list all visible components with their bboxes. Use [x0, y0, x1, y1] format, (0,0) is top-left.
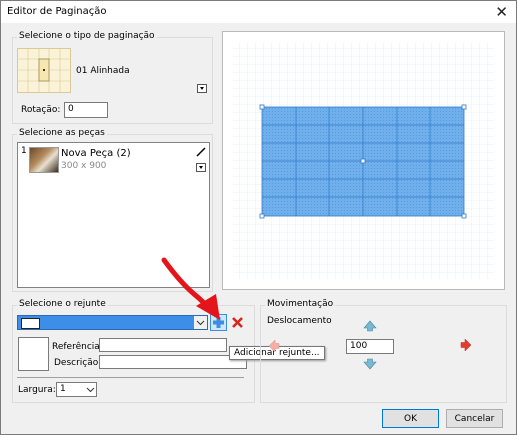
pencil-icon[interactable] — [195, 146, 207, 158]
pieces-group-label: Selecione as peças — [17, 128, 107, 138]
title-bar: Editor de Paginação ✕ — [1, 1, 516, 23]
list-item[interactable]: 1 Nova Peça (2) 300 x 900 — [18, 143, 209, 175]
preview-drawing — [233, 42, 494, 279]
delete-grout-x-icon[interactable] — [231, 316, 244, 329]
grout-group-label: Selecione o rejunte — [17, 299, 108, 309]
description-label: Descrição — [54, 358, 99, 368]
grout-preview-box — [18, 337, 49, 371]
pagination-preview-canvas[interactable] — [222, 31, 505, 290]
reference-input[interactable] — [99, 338, 227, 352]
pagination-type-group-label: Selecione o tipo de paginação — [17, 31, 157, 41]
close-icon[interactable]: ✕ — [495, 3, 508, 21]
pagination-type-name: 01 Alinhada — [76, 66, 130, 76]
piece-thumbnail — [29, 147, 59, 173]
reference-label: Referência — [52, 342, 100, 352]
pagination-editor-window: Editor de Paginação ✕ Selecione o tipo d… — [0, 0, 517, 435]
chevron-down-icon[interactable] — [86, 385, 95, 394]
width-label: Largura: — [18, 385, 56, 395]
offset-label: Deslocamento — [267, 316, 332, 326]
annotation-arrow-icon — [161, 257, 220, 320]
rotation-input[interactable]: 0 — [64, 102, 108, 118]
piece-name: Nova Peça (2) — [61, 148, 131, 159]
arrow-right-icon[interactable] — [460, 338, 472, 352]
arrow-left-icon[interactable] — [268, 339, 280, 353]
offset-input[interactable]: 100 — [346, 339, 394, 354]
piece-dropdown-button[interactable] — [196, 163, 206, 172]
rotation-label: Rotação: — [21, 105, 61, 115]
arrow-up-icon[interactable] — [363, 320, 377, 332]
pagination-type-dropdown-button[interactable] — [197, 84, 207, 93]
pagination-type-thumbnail[interactable] — [17, 48, 71, 93]
arrow-down-icon[interactable] — [363, 358, 377, 370]
window-title: Editor de Paginação — [7, 6, 107, 17]
cancel-button[interactable]: Cancelar — [446, 409, 503, 428]
grid-pattern-icon — [18, 49, 70, 92]
grout-separator — [17, 377, 244, 378]
piece-index: 1 — [21, 146, 27, 156]
description-input[interactable] — [99, 355, 247, 369]
piece-size: 300 x 900 — [61, 161, 107, 171]
grout-color-swatch — [21, 318, 40, 329]
movement-group-label: Movimentação — [265, 299, 336, 309]
ok-button[interactable]: OK — [382, 409, 439, 428]
